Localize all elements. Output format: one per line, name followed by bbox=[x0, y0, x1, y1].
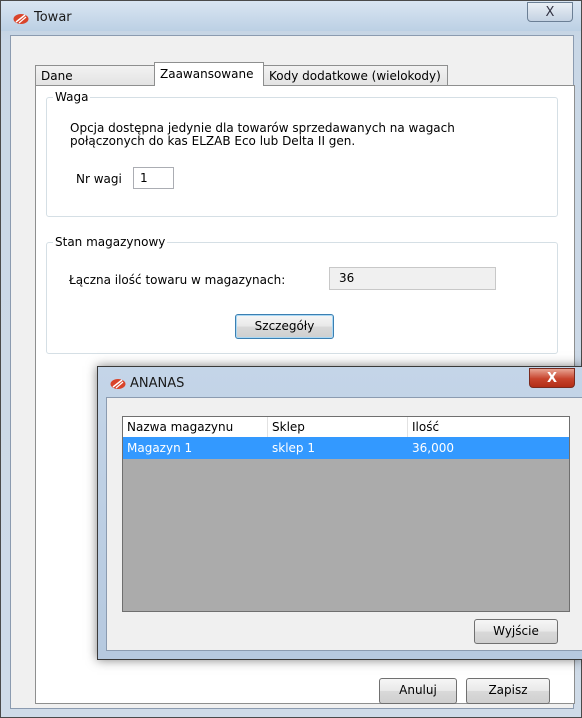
stan-magazynowy-legend: Stan magazynowy bbox=[53, 235, 168, 249]
window-title: Towar bbox=[34, 10, 72, 25]
ananas-dialog: ANANAS X Nazwa magazynu Sklep Ilość Maga… bbox=[97, 366, 582, 660]
total-quantity-label: Łączna ilość towaru w magazynach: bbox=[69, 273, 286, 287]
waga-legend: Waga bbox=[53, 90, 91, 104]
stan-magazynowy-group: Stan magazynowy Łączna ilość towaru w ma… bbox=[46, 235, 558, 354]
title-bar[interactable]: Towar X bbox=[1, 1, 581, 31]
nr-wagi-label: Nr wagi bbox=[76, 172, 122, 186]
window-close-button[interactable]: X bbox=[527, 2, 573, 22]
tab-dane-podstawowe[interactable]: Dane podstawowe bbox=[35, 65, 156, 103]
exit-button[interactable]: Wyjście bbox=[474, 619, 558, 644]
waga-info-line-2: połączonych do kas ELZAB Eco lub Delta I… bbox=[70, 134, 356, 148]
grid-header: Nazwa magazynu Sklep Ilość bbox=[123, 417, 569, 438]
details-button[interactable]: Szczegóły bbox=[235, 314, 334, 339]
total-quantity-field: 36 bbox=[329, 267, 496, 290]
app-logo-icon bbox=[13, 14, 29, 24]
column-header-nazwa-magazynu[interactable]: Nazwa magazynu bbox=[123, 417, 268, 437]
close-icon: X bbox=[546, 370, 558, 386]
column-header-sklep[interactable]: Sklep bbox=[268, 417, 408, 437]
save-button[interactable]: Zapisz bbox=[466, 678, 550, 704]
waga-info: Opcja dostępna jedynie dla towarów sprze… bbox=[70, 122, 455, 148]
cancel-button[interactable]: Anuluj bbox=[379, 678, 457, 704]
dialog-close-button[interactable]: X bbox=[529, 368, 575, 388]
dialog-title: ANANAS bbox=[130, 376, 185, 391]
waga-group: Waga Opcja dostępna jedynie dla towarów … bbox=[46, 90, 558, 217]
app-logo-icon bbox=[110, 379, 126, 389]
column-header-ilosc[interactable]: Ilość bbox=[408, 417, 569, 437]
cell-sklep: sklep 1 bbox=[272, 441, 315, 455]
dialog-client: Nazwa magazynu Sklep Ilość Magazyn 1 skl… bbox=[106, 397, 582, 651]
table-row[interactable]: Magazyn 1 sklep 1 36,000 bbox=[123, 437, 569, 459]
tab-kody-dodatkowe[interactable]: Kody dodatkowe (wielokody) bbox=[263, 65, 448, 85]
tab-label: Kody dodatkowe (wielokody) bbox=[269, 69, 441, 83]
close-icon: X bbox=[545, 4, 555, 20]
tab-label: Zaawansowane bbox=[160, 67, 254, 81]
tab-zaawansowane[interactable]: Zaawansowane bbox=[154, 62, 264, 86]
cell-ilosc: 36,000 bbox=[412, 441, 454, 455]
cell-magazyn: Magazyn 1 bbox=[127, 441, 193, 455]
warehouse-grid[interactable]: Nazwa magazynu Sklep Ilość Magazyn 1 skl… bbox=[122, 416, 570, 612]
nr-wagi-input[interactable]: 1 bbox=[133, 167, 174, 189]
